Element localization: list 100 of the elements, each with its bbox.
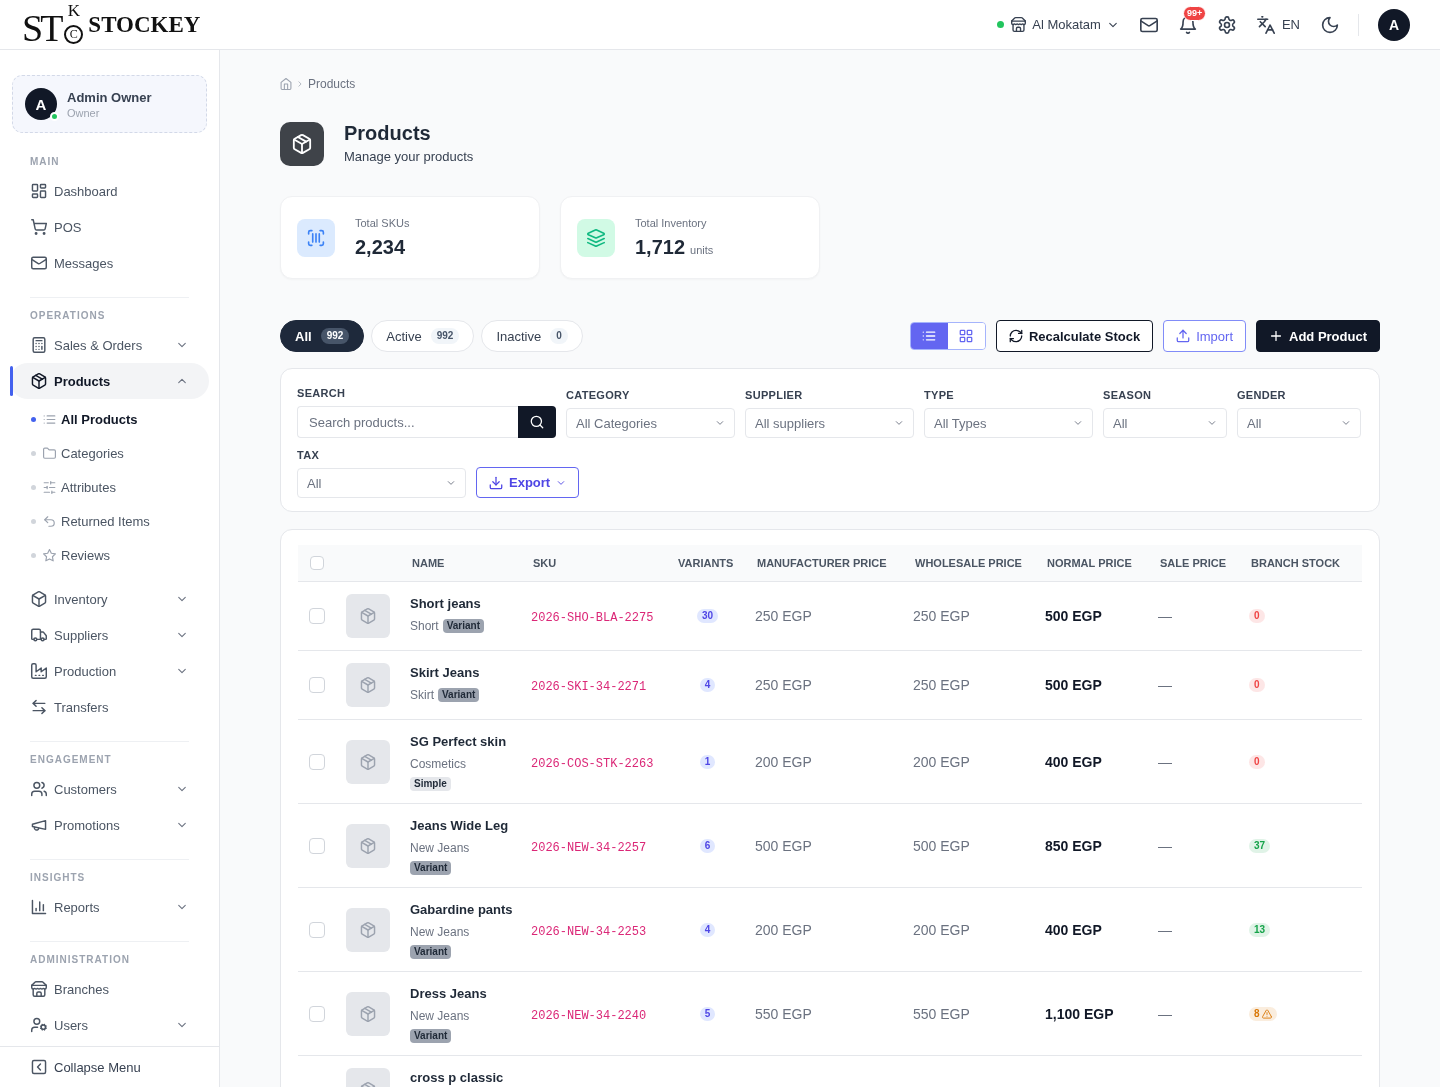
home-icon[interactable]	[280, 78, 292, 90]
nav-subitem[interactable]: Categories	[12, 436, 207, 470]
manufacturer-price: 200 EGP	[755, 921, 812, 938]
row-checkbox[interactable]	[309, 1005, 325, 1022]
row-checkbox[interactable]	[309, 921, 325, 938]
barcode-icon	[297, 218, 335, 257]
nav-subitem[interactable]: Attributes	[12, 470, 207, 504]
store-icon	[31, 981, 47, 997]
nav-item[interactable]: Branches	[12, 971, 207, 1007]
manufacturer-price: 250 EGP	[755, 677, 812, 693]
nav-item[interactable]: Sales & Orders	[12, 327, 207, 363]
folder-icon	[43, 446, 56, 460]
settings-icon[interactable]	[1217, 15, 1236, 34]
nav-item[interactable]: Customers	[12, 771, 207, 807]
row-checkbox[interactable]	[309, 608, 325, 624]
manufacturer-price: 500 EGP	[755, 837, 812, 854]
recalculate-stock-button[interactable]: Recalculate Stock	[995, 320, 1154, 352]
filter-label: SEARCH	[297, 386, 347, 400]
chevron-down-icon	[715, 418, 725, 428]
chevron-down-icon	[1341, 418, 1351, 428]
nav-item[interactable]: POS	[12, 209, 207, 245]
filter-select[interactable]: All suppliers	[745, 408, 914, 438]
row-checkbox[interactable]	[309, 753, 325, 770]
page-title: Products	[344, 121, 432, 145]
filter-select[interactable]: All Types	[924, 408, 1093, 438]
moon-icon[interactable]	[1321, 15, 1339, 34]
refresh-icon	[1008, 329, 1023, 343]
nav-item[interactable]: Transfers	[12, 689, 207, 725]
variant-count: 4	[699, 922, 716, 937]
filter-select[interactable]: All	[1237, 408, 1361, 438]
sku-code: 2026-NEW-34-2253	[531, 924, 647, 939]
select-all-checkbox[interactable]	[310, 556, 324, 570]
nav-item[interactable]: Inventory	[12, 581, 207, 617]
cart-icon	[31, 219, 47, 235]
package-icon	[280, 121, 324, 166]
bar-chart-icon	[31, 899, 47, 915]
filter-select[interactable]: All	[1103, 408, 1227, 438]
nav-item[interactable]: Production	[12, 653, 207, 689]
status-tab[interactable]: Active 992	[371, 320, 475, 352]
list-icon	[43, 412, 56, 426]
chevron-right-icon	[296, 80, 304, 88]
translate-icon	[1256, 15, 1275, 34]
add-product-button[interactable]: Add Product	[1256, 320, 1380, 352]
sale-price: —	[1158, 677, 1172, 693]
row-checkbox[interactable]	[309, 837, 325, 854]
wholesale-price: 250 EGP	[913, 677, 970, 693]
column-header: SKU	[532, 557, 558, 569]
package-icon	[360, 921, 376, 938]
sku-code: 2026-NEW-34-2257	[531, 840, 647, 855]
mail-icon[interactable]	[1139, 15, 1158, 34]
star-icon	[43, 548, 56, 562]
manufacturer-price: 200 EGP	[755, 753, 812, 770]
language-switcher[interactable]: EN	[1256, 15, 1300, 34]
list-view-button[interactable]	[910, 323, 948, 349]
nav-item[interactable]: Users	[12, 1007, 207, 1043]
wholesale-price: 550 EGP	[913, 1005, 970, 1022]
filter-select[interactable]: All Categories	[566, 408, 735, 438]
section-title: ADMINISTRATION	[29, 953, 131, 967]
search-field[interactable]: Search products...	[297, 406, 518, 438]
search-button[interactable]	[518, 406, 556, 438]
product-category: New Jeans	[410, 924, 470, 941]
nav-item[interactable]: Reports	[12, 889, 207, 925]
row-checkbox[interactable]	[309, 677, 325, 693]
nav-item[interactable]: Messages	[12, 245, 207, 281]
nav-item[interactable]: Suppliers	[12, 617, 207, 653]
wholesale-price: 200 EGP	[913, 921, 970, 938]
bell-icon[interactable]	[1178, 15, 1197, 34]
sale-price: —	[1158, 921, 1172, 938]
download-icon	[489, 475, 503, 490]
status-tab[interactable]: Inactive 0	[481, 320, 583, 352]
user-avatar[interactable]: A	[1378, 8, 1410, 41]
package-icon	[360, 753, 376, 770]
product-name: SG Perfect skin	[410, 733, 508, 751]
filter-select[interactable]: All	[297, 468, 466, 498]
collapse-icon	[31, 1059, 47, 1075]
mail-icon	[31, 255, 47, 271]
variant-count: 4	[699, 678, 716, 692]
sale-price: —	[1158, 608, 1172, 624]
status-tab[interactable]: All 992	[280, 320, 365, 352]
user-gear-icon	[31, 1017, 47, 1033]
bullet-icon	[31, 484, 36, 490]
column-header: NORMAL PRICE	[1046, 557, 1133, 569]
nav-subitem[interactable]: Returned Items	[12, 504, 207, 538]
import-button[interactable]: Import	[1163, 320, 1246, 352]
nav-item[interactable]: Promotions	[12, 807, 207, 843]
type-tag: Variant	[410, 945, 452, 959]
nav-item[interactable]: Dashboard	[12, 173, 207, 209]
grid-view-button[interactable]	[947, 323, 985, 349]
stat-value: 1,712	[635, 235, 686, 259]
filter-label: SEASON	[1103, 388, 1153, 402]
nav-item[interactable]: Products	[10, 363, 209, 399]
branch-selector[interactable]: Al Mokatam	[997, 17, 1119, 32]
stock-count: 0	[1254, 679, 1260, 691]
nav-subitem[interactable]: All Products	[12, 402, 207, 436]
nav-subitem[interactable]: Reviews	[12, 538, 207, 572]
export-button[interactable]: Export	[476, 467, 580, 498]
normal-price: 400 EGP	[1045, 921, 1102, 938]
section-title: ENGAGEMENT	[29, 753, 113, 767]
collapse-menu-button[interactable]: Collapse Menu	[31, 1059, 141, 1075]
breadcrumb-current: Products	[308, 77, 356, 91]
